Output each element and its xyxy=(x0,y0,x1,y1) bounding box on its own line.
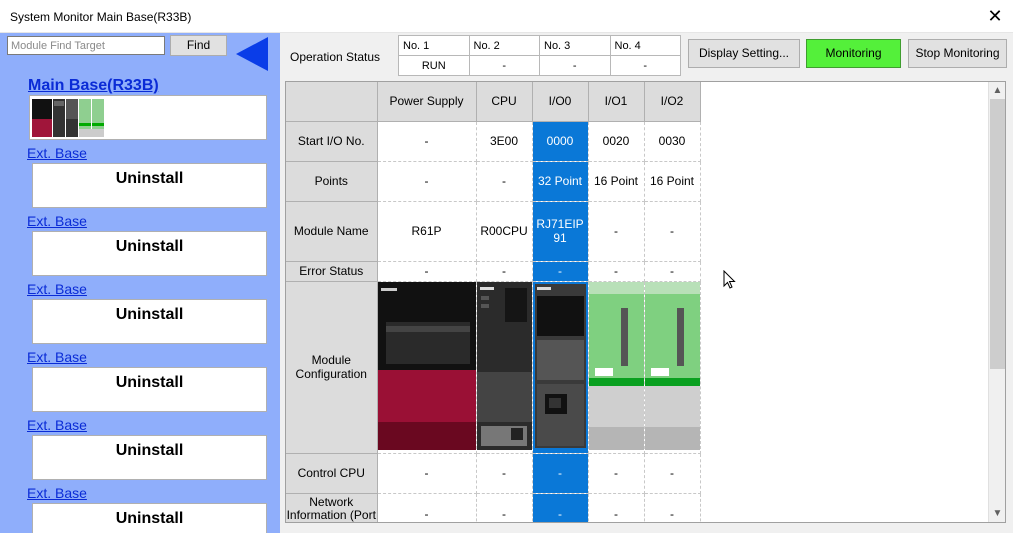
table-cell[interactable]: - xyxy=(377,453,477,494)
corner-header xyxy=(286,82,378,122)
table-cell[interactable]: - xyxy=(644,453,701,494)
io2-module-image[interactable] xyxy=(644,281,701,454)
column-header[interactable]: I/O0 xyxy=(532,82,589,122)
module-table: Power Supply CPU I/O0 I/O1 I/O2 Start I/… xyxy=(286,82,701,522)
table-cell[interactable]: - xyxy=(644,493,701,522)
cpu-status-value: - xyxy=(539,55,611,76)
ext-base-link[interactable]: Ext. Base xyxy=(27,485,87,501)
row-header: Network Information (Port 1) xyxy=(286,493,378,522)
row-header: Module Configuration xyxy=(286,281,378,454)
table-cell[interactable]: R00CPU xyxy=(476,201,533,262)
base-thumbnail-icon xyxy=(32,99,104,137)
table-cell[interactable]: - xyxy=(588,261,645,282)
scroll-down-icon[interactable]: ▼ xyxy=(989,505,1005,522)
ext-base-link[interactable]: Ext. Base xyxy=(27,213,87,229)
scroll-up-icon[interactable]: ▲ xyxy=(989,82,1005,99)
display-setting-button[interactable]: Display Setting... xyxy=(688,39,800,68)
table-cell[interactable]: - xyxy=(476,493,533,522)
base-sidebar: Find Main Base(R33B) Ext. Base Uninstall… xyxy=(0,33,280,533)
table-cell[interactable]: R61P xyxy=(377,201,477,262)
find-button[interactable]: Find xyxy=(170,35,227,56)
column-header[interactable]: CPU xyxy=(476,82,533,122)
ext-base-link[interactable]: Ext. Base xyxy=(27,349,87,365)
table-cell[interactable]: RJ71EIP91 xyxy=(532,201,589,262)
ext-base-status[interactable]: Uninstall xyxy=(32,367,267,412)
ext-base-status[interactable]: Uninstall xyxy=(32,299,267,344)
cpu-status-value: - xyxy=(609,55,681,76)
row-header: Control CPU xyxy=(286,453,378,494)
table-cell[interactable]: - xyxy=(588,201,645,262)
cpu-no-header: No. 2 xyxy=(468,35,540,56)
table-cell[interactable]: - xyxy=(476,161,533,202)
table-cell[interactable]: 0000 xyxy=(532,121,589,162)
title-bar: System Monitor Main Base(R33B) ✕ xyxy=(0,0,1013,33)
module-grid: Power Supply CPU I/O0 I/O1 I/O2 Start I/… xyxy=(285,81,1006,523)
table-cell[interactable]: - xyxy=(377,261,477,282)
main-base-thumbnail-box[interactable] xyxy=(29,95,267,140)
ext-base-status[interactable]: Uninstall xyxy=(32,435,267,480)
ext-base-link[interactable]: Ext. Base xyxy=(27,281,87,297)
power-supply-module-image[interactable] xyxy=(377,281,477,454)
table-cell[interactable]: - xyxy=(644,261,701,282)
ext-base-status[interactable]: Uninstall xyxy=(32,503,267,533)
table-cell[interactable]: - xyxy=(377,121,477,162)
close-icon[interactable]: ✕ xyxy=(987,6,1003,26)
table-cell[interactable]: - xyxy=(377,161,477,202)
table-cell[interactable]: 3E00 xyxy=(476,121,533,162)
io1-module-image[interactable] xyxy=(588,281,645,454)
row-header: Points xyxy=(286,161,378,202)
cpu-icon xyxy=(476,281,531,450)
table-cell[interactable]: 0030 xyxy=(644,121,701,162)
table-cell[interactable]: 16 Point xyxy=(588,161,645,202)
io0-module-image[interactable] xyxy=(532,281,589,454)
cpu-status-value: RUN xyxy=(398,55,470,76)
collapse-arrow-icon[interactable] xyxy=(236,37,268,71)
ext-base-link[interactable]: Ext. Base xyxy=(27,417,87,433)
io-module-icon xyxy=(644,281,699,450)
table-cell[interactable]: 16 Point xyxy=(644,161,701,202)
column-header[interactable]: I/O1 xyxy=(588,82,645,122)
cpu-no-header: No. 1 xyxy=(398,35,470,56)
monitor-panel: Operation Status No. 1 No. 2 No. 3 No. 4… xyxy=(280,33,1013,533)
table-cell[interactable]: - xyxy=(476,261,533,282)
main-base-link[interactable]: Main Base(R33B) xyxy=(28,77,159,95)
table-cell[interactable]: - xyxy=(588,453,645,494)
window-title: System Monitor Main Base(R33B) xyxy=(10,10,192,24)
ext-base-status[interactable]: Uninstall xyxy=(32,231,267,276)
table-cell[interactable]: - xyxy=(532,453,589,494)
vertical-scrollbar[interactable]: ▲ ▼ xyxy=(988,82,1005,522)
column-header[interactable]: I/O2 xyxy=(644,82,701,122)
table-cell[interactable]: - xyxy=(588,493,645,522)
table-cell[interactable]: - xyxy=(476,453,533,494)
ext-base-status[interactable]: Uninstall xyxy=(32,163,267,208)
mouse-pointer-icon xyxy=(723,270,736,289)
scroll-thumb[interactable] xyxy=(990,99,1005,369)
power-supply-icon xyxy=(377,281,475,450)
cpu-no-header: No. 3 xyxy=(539,35,611,56)
operation-status-label: Operation Status xyxy=(290,50,381,64)
monitoring-button[interactable]: Monitoring xyxy=(806,39,901,68)
table-cell[interactable]: - xyxy=(644,201,701,262)
cpu-no-header: No. 4 xyxy=(609,35,681,56)
table-cell[interactable]: 32 Point xyxy=(532,161,589,202)
row-header: Start I/O No. xyxy=(286,121,378,162)
table-cell[interactable]: - xyxy=(377,493,477,522)
io-module-icon xyxy=(588,281,643,450)
module-find-input[interactable] xyxy=(7,36,165,55)
row-header: Module Name xyxy=(286,201,378,262)
column-header[interactable]: Power Supply xyxy=(377,82,477,122)
ethernet-ip-module-icon xyxy=(534,283,586,448)
table-cell[interactable]: - xyxy=(532,493,589,522)
stop-monitoring-button[interactable]: Stop Monitoring xyxy=(908,39,1007,68)
table-cell[interactable]: 0020 xyxy=(588,121,645,162)
row-header: Error Status xyxy=(286,261,378,282)
ext-base-link[interactable]: Ext. Base xyxy=(27,145,87,161)
table-cell[interactable]: - xyxy=(532,261,589,282)
operation-status-table: No. 1 No. 2 No. 3 No. 4 RUN - - - xyxy=(398,35,681,76)
cpu-module-image[interactable] xyxy=(476,281,533,454)
cpu-status-value: - xyxy=(468,55,540,76)
